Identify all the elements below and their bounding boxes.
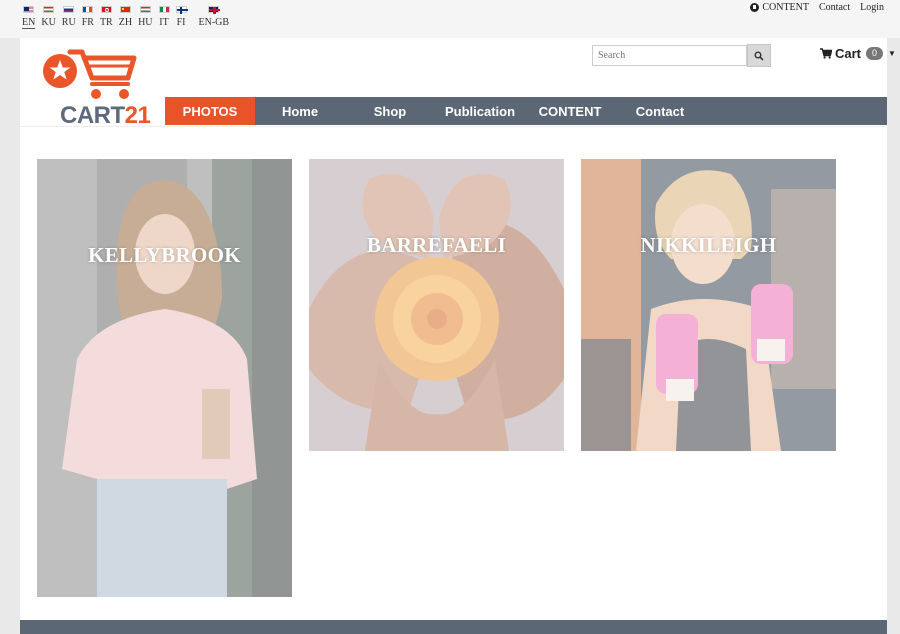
cart-label: Cart (835, 46, 862, 61)
main-nav: PHOTOS Home Shop Publication CONTENT Con… (165, 97, 887, 125)
lang-ku[interactable]: KU (41, 4, 56, 29)
top-link-login[interactable]: Login (860, 2, 884, 13)
top-links: CONTENT Contact Login (740, 2, 884, 13)
cart-logo-icon (43, 49, 137, 99)
finland-flag-icon (175, 6, 188, 14)
logo-word: CART (60, 102, 125, 129)
lang-en[interactable]: EN (22, 4, 36, 29)
top-link-contact[interactable]: Contact (819, 2, 850, 13)
photo-title: KELLYBROOK (88, 243, 241, 267)
nav-item-shop[interactable]: Shop (345, 97, 435, 125)
hungary-flag-icon (139, 6, 151, 13)
search-input[interactable] (592, 45, 747, 66)
lang-label: HU (138, 17, 153, 28)
lang-en-gb[interactable]: EN-GB (198, 4, 230, 29)
italy-flag-icon (158, 6, 170, 13)
photo-card-nikkileigh[interactable]: NIKKILEIGH (581, 159, 836, 451)
lang-label: IT (159, 17, 169, 28)
lang-label: ZH (118, 17, 133, 28)
lang-label: EN (22, 17, 36, 28)
france-flag-icon (82, 6, 94, 13)
uk-flag-icon (208, 6, 221, 14)
shopping-cart-icon (820, 48, 832, 59)
photo-title: BARREFAELI (366, 233, 507, 257)
search-button[interactable] (747, 44, 771, 67)
lang-label: FR (81, 17, 94, 28)
china-flag-icon (119, 6, 131, 13)
us-flag-icon (23, 6, 35, 13)
nav-item-publication[interactable]: Publication (435, 97, 525, 125)
nav-item-contact[interactable]: Contact (615, 97, 705, 125)
logo-number: 21 (124, 102, 151, 129)
lang-it[interactable]: IT (158, 4, 170, 29)
top-bar: EN KU RU FR TR ZH HU IT FI EN-GB CONTENT… (0, 0, 900, 38)
photo-card-kellybrook[interactable]: KELLYBROOK (37, 159, 292, 597)
cart-count-badge: 0 (866, 47, 884, 60)
content-icon (750, 3, 760, 12)
lang-label: RU (61, 17, 76, 28)
russia-flag-icon (63, 6, 75, 13)
photo-overlay (37, 159, 292, 597)
photo-overlay (309, 159, 564, 451)
lang-label: EN-GB (198, 17, 230, 28)
caret-down-icon: ▼ (888, 49, 896, 58)
lang-label: FI (176, 17, 186, 28)
divider (20, 126, 887, 127)
cart-dropdown[interactable]: Cart 0 ▼ (820, 46, 896, 61)
photo-title: NIKKILEIGH (640, 233, 777, 257)
photo-card-barrefaeli[interactable]: BARREFAELI (309, 159, 564, 451)
turkey-flag-icon (100, 6, 112, 13)
nav-item-content[interactable]: CONTENT (525, 97, 615, 125)
lang-zh[interactable]: ZH (119, 4, 132, 29)
kurdistan-flag-icon (43, 6, 55, 13)
search-form (592, 44, 771, 67)
page-container: CART21 Cart 0 ▼ PHOTOS Home Shop Publica… (20, 38, 896, 634)
lang-tr[interactable]: TR (100, 4, 113, 29)
lang-ru[interactable]: RU (62, 4, 76, 29)
photo-overlay (581, 159, 836, 451)
lang-hu[interactable]: HU (138, 4, 153, 29)
lang-fi[interactable]: FI (175, 4, 188, 29)
nav-item-photos[interactable]: PHOTOS (165, 97, 255, 125)
language-selector: EN KU RU FR TR ZH HU IT FI EN-GB (22, 4, 235, 29)
top-link-content[interactable]: CONTENT (750, 2, 809, 13)
footer-bar (20, 620, 887, 634)
lang-label: KU (41, 17, 56, 28)
search-icon (754, 51, 764, 61)
lang-fr[interactable]: FR (82, 4, 94, 29)
lang-label: TR (99, 17, 113, 28)
site-logo[interactable]: CART21 (38, 44, 151, 129)
nav-item-home[interactable]: Home (255, 97, 345, 125)
